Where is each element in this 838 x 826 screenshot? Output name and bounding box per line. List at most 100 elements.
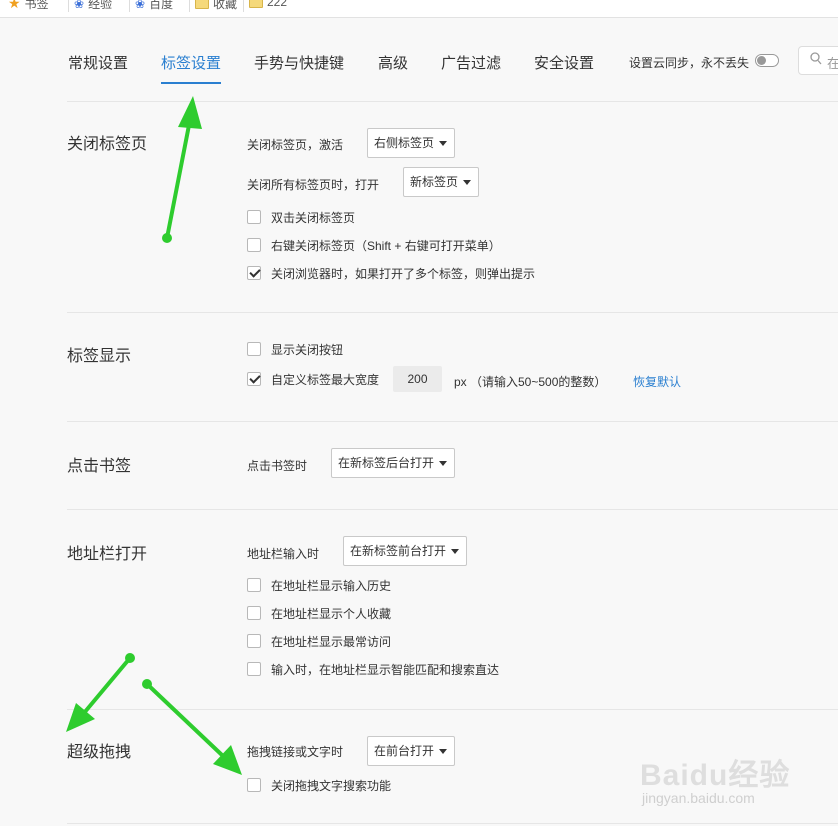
paw-icon: ❀	[74, 0, 85, 11]
tab-gestures-shortcuts[interactable]: 手势与快捷键	[254, 52, 344, 73]
watermark-brand: Baidu经验	[640, 759, 791, 792]
select-value: 在新标签后台打开	[338, 456, 435, 470]
width-unit-hint: px （请输入50~500的整数）	[454, 375, 607, 389]
watermark-url: jingyan.baidu.com	[642, 790, 755, 806]
folder-icon	[195, 0, 209, 9]
divider	[243, 0, 244, 12]
bookmark-label: 百度	[149, 0, 174, 11]
checkbox-box	[247, 238, 261, 252]
section-title-close-tab: 关闭标签页	[67, 136, 148, 153]
show-favorites-checkbox[interactable]: 在地址栏显示个人收藏	[247, 604, 391, 622]
settings-tabs: 常规设置 标签设置 手势与快捷键 高级 广告过滤 安全设置	[0, 17, 838, 85]
disable-drag-search-checkbox[interactable]: 关闭拖拽文字搜索功能	[247, 776, 391, 794]
checkbox-label: 关闭拖拽文字搜索功能	[271, 778, 392, 793]
checkbox-box	[247, 606, 261, 620]
bookmark-label: 收藏	[213, 0, 238, 11]
right-click-close-checkbox[interactable]: 右键关闭标签页（Shift + 右键可打开菜单）	[247, 236, 501, 254]
address-bar-open-select[interactable]: 在新标签前台打开	[343, 536, 467, 566]
checkbox-box	[247, 662, 261, 676]
tab-general[interactable]: 常规设置	[68, 52, 128, 73]
checkbox-box	[247, 634, 261, 648]
checkbox-box	[247, 266, 261, 280]
show-input-history-checkbox[interactable]: 在地址栏显示输入历史	[247, 576, 391, 594]
annotation-arrow	[66, 653, 135, 732]
divider	[67, 509, 838, 510]
show-most-visited-checkbox[interactable]: 在地址栏显示最常访问	[247, 632, 391, 650]
chevron-down-icon	[439, 141, 447, 146]
double-click-close-checkbox[interactable]: 双击关闭标签页	[247, 208, 355, 226]
address-bar-input-label: 地址栏输入时	[247, 547, 320, 561]
checkbox-label: 自定义标签最大宽度	[271, 372, 380, 387]
close-browser-prompt-checkbox[interactable]: 关闭浏览器时，如果打开了多个标签，则弹出提示	[247, 264, 535, 282]
folder-icon	[249, 0, 263, 8]
cloud-sync-label: 设置云同步，永不丢失	[629, 56, 750, 70]
section-title-bookmark-click: 点击书签	[67, 458, 132, 475]
close-all-tabs-label: 关闭所有标签页时，打开	[247, 178, 380, 192]
divider	[68, 0, 69, 12]
checkbox-label: 在地址栏显示输入历史	[271, 578, 392, 593]
tab-advanced[interactable]: 高级	[378, 52, 408, 73]
annotation-arrows	[66, 96, 242, 775]
divider	[67, 823, 838, 824]
checkbox-label: 输入时，在地址栏显示智能匹配和搜索直达	[271, 662, 500, 677]
checkbox-box	[247, 778, 261, 792]
paw-icon: ❀	[135, 0, 146, 11]
custom-max-width-checkbox[interactable]: 自定义标签最大宽度	[247, 370, 379, 388]
cloud-sync-toggle[interactable]	[755, 54, 779, 67]
bookmark-item[interactable]: ❀ 百度	[129, 0, 174, 12]
checkbox-label: 在地址栏显示个人收藏	[271, 606, 392, 621]
checkbox-label: 显示关闭按钮	[271, 342, 344, 357]
close-tab-activate-label: 关闭标签页，激活	[247, 138, 344, 152]
divider	[189, 0, 190, 12]
chevron-down-icon	[451, 549, 459, 554]
checkbox-label: 双击关闭标签页	[271, 210, 356, 225]
select-value: 在新标签前台打开	[350, 544, 447, 558]
select-value: 新标签页	[410, 175, 459, 189]
divider	[67, 312, 838, 313]
divider	[67, 101, 838, 102]
bookmark-item[interactable]: ❀ 经验	[68, 0, 113, 12]
bookmark-label: 222	[267, 0, 288, 9]
checkbox-label: 关闭浏览器时，如果打开了多个标签，则弹出提示	[271, 266, 536, 281]
super-drag-select[interactable]: 在前台打开	[367, 736, 455, 766]
close-all-tabs-select[interactable]: 新标签页	[403, 167, 479, 197]
chevron-down-icon	[439, 749, 447, 754]
close-tab-activate-select[interactable]: 右侧标签页	[367, 128, 455, 158]
checkbox-label: 在地址栏显示最常访问	[271, 634, 392, 649]
checkbox-box	[247, 372, 261, 386]
divider	[129, 0, 130, 12]
bookmark-label: 经验	[88, 0, 113, 11]
bookmark-click-select[interactable]: 在新标签后台打开	[331, 448, 455, 478]
search-icon	[810, 52, 822, 69]
section-title-super-drag: 超级拖拽	[67, 744, 132, 761]
bookmark-item[interactable]: ★ 书签	[8, 0, 49, 12]
show-close-button-checkbox[interactable]: 显示关闭按钮	[247, 340, 343, 358]
bookmark-item[interactable]: 收藏	[189, 0, 238, 12]
tab-ad-filter[interactable]: 广告过滤	[441, 52, 501, 73]
checkbox-label: 右键关闭标签页（Shift + 右键可打开菜单）	[271, 238, 501, 253]
search-value: 在	[827, 56, 838, 71]
section-title-tab-display: 标签显示	[67, 348, 132, 365]
checkbox-box	[247, 342, 261, 356]
tab-security[interactable]: 安全设置	[534, 52, 594, 73]
chevron-down-icon	[463, 180, 471, 185]
bookmark-item[interactable]: 222	[243, 0, 288, 12]
settings-search-input[interactable]: 在	[798, 46, 838, 75]
max-width-input[interactable]: 200	[393, 366, 442, 392]
select-value: 在前台打开	[374, 744, 435, 758]
checkbox-box	[247, 210, 261, 224]
select-value: 右侧标签页	[374, 136, 435, 150]
bookmark-click-label: 点击书签时	[247, 459, 308, 473]
section-title-address-bar: 地址栏打开	[67, 546, 148, 563]
restore-default-link[interactable]: 恢复默认	[633, 373, 681, 390]
checkbox-box	[247, 578, 261, 592]
baidu-watermark: Baidu经验 jingyan.baidu.com	[640, 740, 800, 810]
divider	[67, 709, 838, 710]
smart-match-checkbox[interactable]: 输入时，在地址栏显示智能匹配和搜索直达	[247, 660, 499, 678]
tab-tab-settings[interactable]: 标签设置	[161, 52, 221, 73]
annotation-arrow	[142, 679, 242, 775]
divider	[67, 421, 838, 422]
bookmark-bar: ★ 书签 ❀ 经验 ❀ 百度 收藏 222	[0, 0, 838, 18]
star-icon: ★	[8, 0, 21, 11]
super-drag-label: 拖拽链接或文字时	[247, 745, 344, 759]
